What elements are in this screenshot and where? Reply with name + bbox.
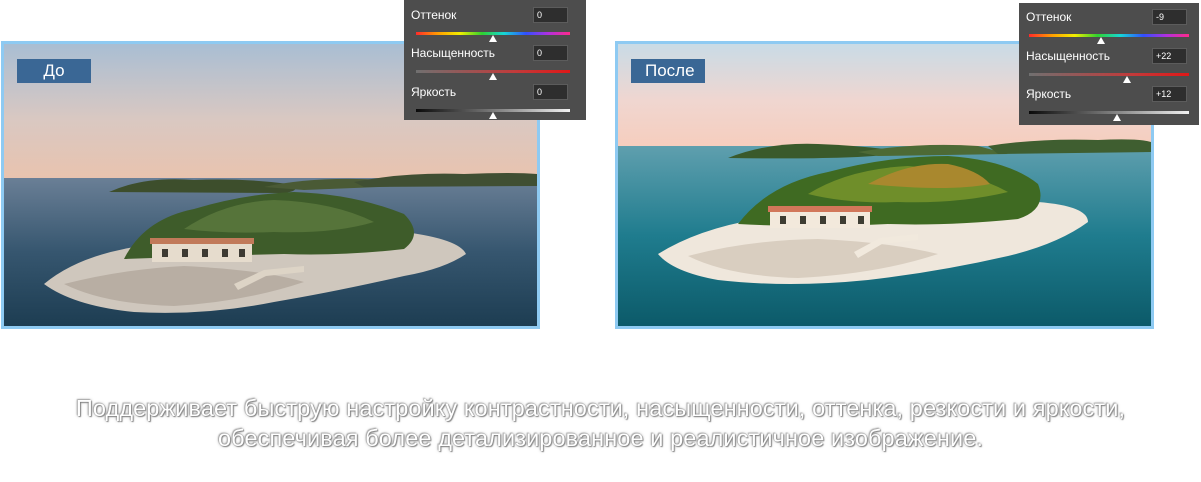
saturation-label: Насыщенность	[411, 46, 496, 60]
comparison-stage: До После Оттенок 0 Насыщенность 0 Яркост…	[0, 0, 1201, 482]
brightness-label: Яркость	[411, 85, 457, 99]
before-label: До	[17, 59, 91, 83]
feature-caption: Поддерживает быструю настройку контрастн…	[0, 393, 1201, 453]
hue-slider-track[interactable]	[1029, 34, 1189, 37]
saturation-row: Насыщенность 0	[404, 40, 586, 80]
brightness-slider-thumb[interactable]	[489, 112, 497, 119]
brightness-label: Яркость	[1026, 87, 1072, 101]
hue-row: Оттенок -9	[1019, 4, 1199, 44]
saturation-value-field[interactable]: 0	[533, 45, 568, 61]
saturation-label: Насыщенность	[1026, 49, 1111, 63]
brightness-value-field[interactable]: +12	[1152, 86, 1187, 102]
caption-line-1: Поддерживает быструю настройку контрастн…	[75, 395, 1126, 421]
brightness-slider-track[interactable]	[1029, 111, 1189, 114]
saturation-value-field[interactable]: +22	[1152, 48, 1187, 64]
hue-row: Оттенок 0	[404, 2, 586, 42]
after-label: После	[631, 59, 705, 83]
saturation-row: Насыщенность +22	[1019, 43, 1199, 83]
hue-label: Оттенок	[1026, 10, 1072, 24]
hue-value-field[interactable]: 0	[533, 7, 568, 23]
brightness-slider-thumb[interactable]	[1113, 114, 1121, 121]
after-adjustment-panel: Оттенок -9 Насыщенность +22 Яркость +12	[1019, 3, 1199, 125]
saturation-slider-track[interactable]	[1029, 73, 1189, 76]
caption-line-2: обеспечивая более детализированное и реа…	[217, 425, 983, 451]
hue-label: Оттенок	[411, 8, 457, 22]
hue-value-field[interactable]: -9	[1152, 9, 1187, 25]
brightness-row: Яркость 0	[404, 79, 586, 119]
brightness-row: Яркость +12	[1019, 81, 1199, 121]
before-adjustment-panel: Оттенок 0 Насыщенность 0 Яркость 0	[404, 0, 586, 120]
brightness-value-field[interactable]: 0	[533, 84, 568, 100]
